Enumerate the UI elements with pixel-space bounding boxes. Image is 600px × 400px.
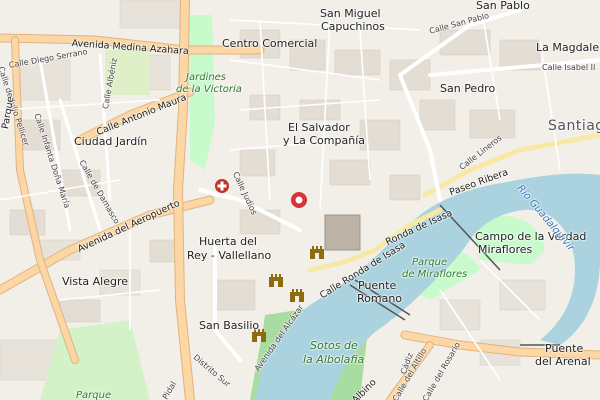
label-capuchinos: Capuchinos [321, 20, 385, 33]
map-view[interactable]: San Miguel Capuchinos San Pablo La Magda… [0, 0, 600, 400]
label-huerta-del: Huerta del [199, 235, 257, 248]
label-calle-isabel: Calle Isabel II [542, 63, 596, 72]
label-y-la-compania: y La Compañía [283, 134, 365, 147]
label-puente-arenal-2: del Arenal [535, 355, 591, 368]
label-puente-arenal-1: Puente [545, 342, 584, 355]
label-rey-vallellano: Rey - Vallellano [187, 249, 272, 262]
castle-monument-icon[interactable] [309, 244, 325, 259]
castle-monument-icon[interactable] [289, 287, 305, 302]
label-miraflores: Miraflores [478, 243, 533, 256]
label-santiago: Santiago [548, 118, 600, 134]
label-parque-miraflores-1: Parque [412, 257, 448, 268]
label-vista-alegre: Vista Alegre [62, 275, 128, 288]
label-san-pedro: San Pedro [440, 82, 496, 95]
label-san-pablo: San Pablo [476, 0, 530, 12]
label-puente-romano-1: Puente [358, 279, 397, 292]
label-puente-romano-2: Romano [357, 292, 403, 305]
label-sotos-1: Sotos de [310, 339, 358, 352]
castle-monument-icon[interactable] [268, 272, 284, 287]
label-san-basilio: San Basilio [199, 319, 260, 332]
label-sotos-2: la Albolafia [303, 353, 365, 366]
label-san-miguel: San Miguel [320, 7, 381, 20]
label-el-salvador: El Salvador [288, 121, 350, 134]
label-parque-bottom: Parque [76, 390, 112, 400]
label-ciudad-jardin: Ciudad Jardín [74, 135, 148, 148]
mezquita-block [324, 214, 361, 251]
label-la-magdalena: La Magdalena [536, 41, 600, 54]
label-jardines-2: de la Victoria [176, 84, 242, 95]
label-centro-comercial: Centro Comercial [222, 37, 318, 50]
label-parque-miraflores-2: de Miraflores [402, 269, 468, 280]
label-jardines-1: Jardines [186, 72, 227, 83]
hospital-icon[interactable] [214, 178, 230, 194]
location-pin-icon[interactable] [289, 190, 309, 210]
